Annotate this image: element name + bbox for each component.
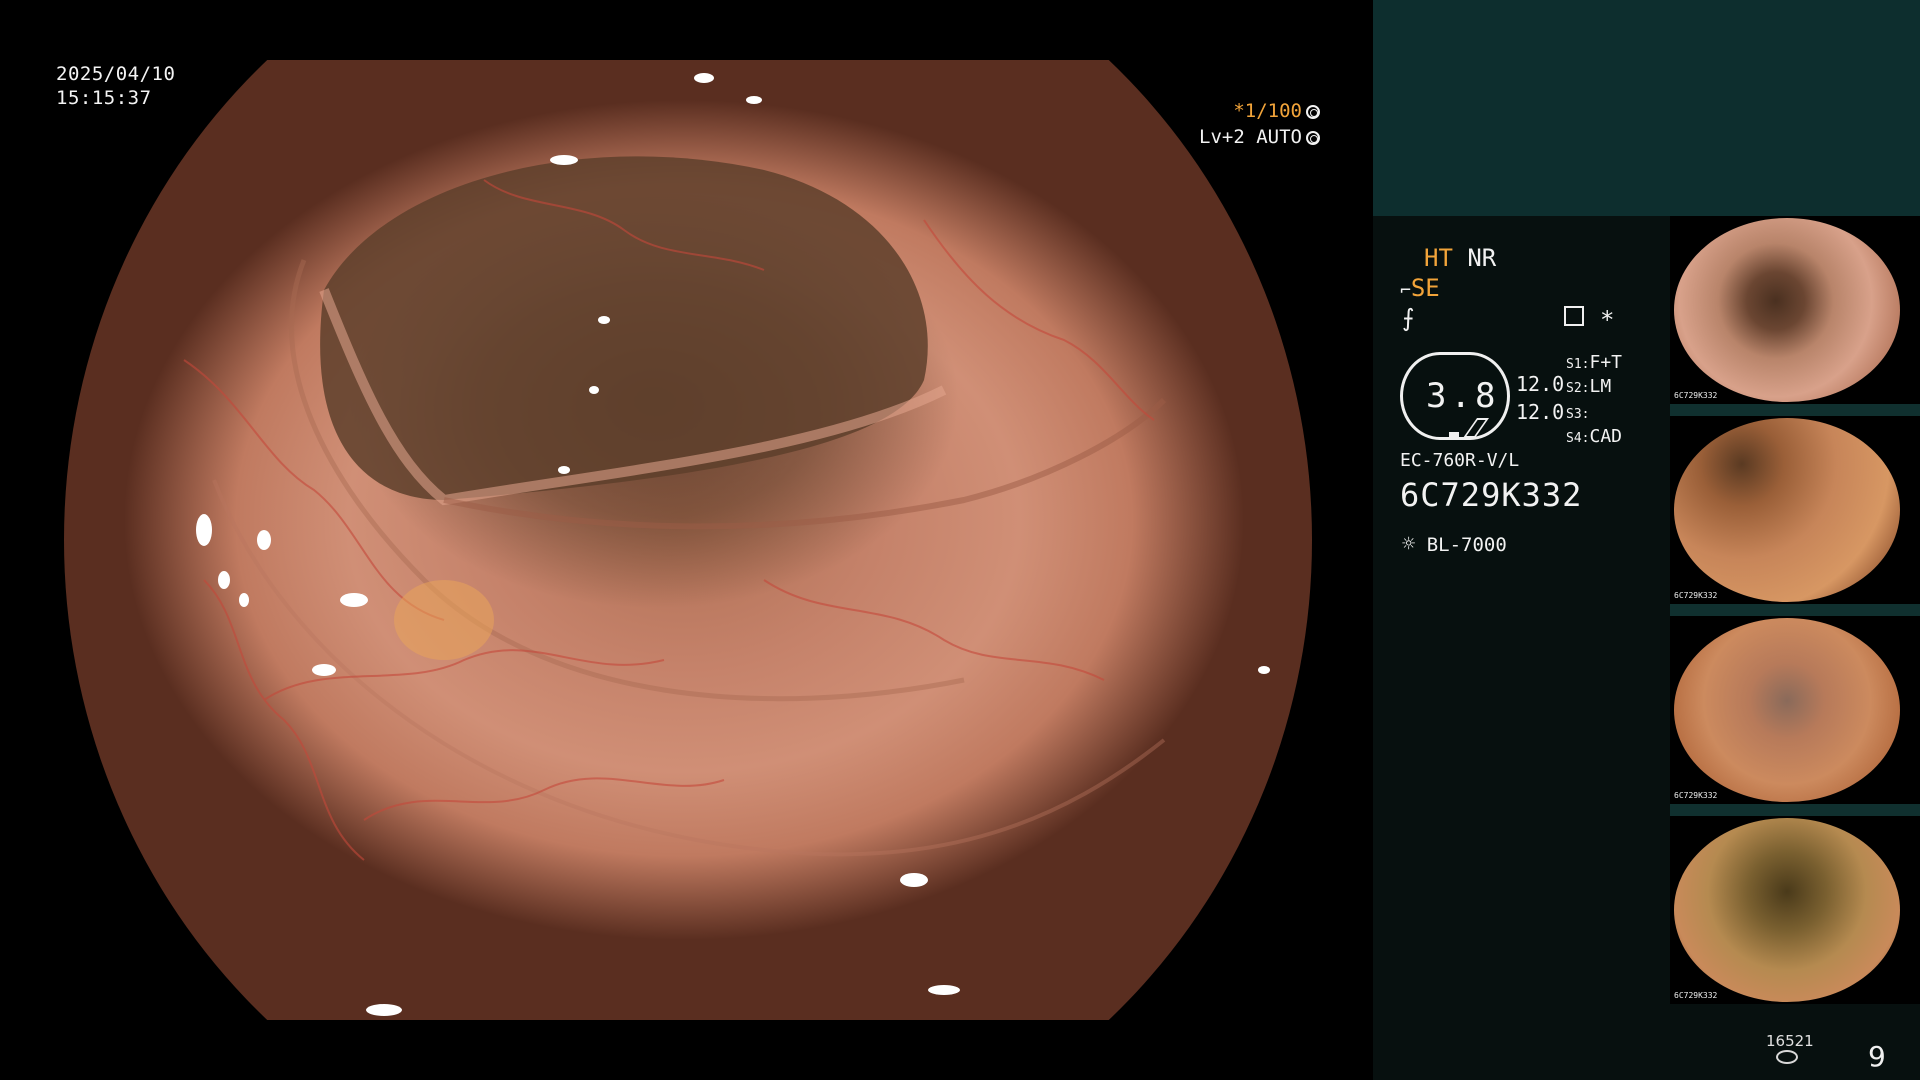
- thumbnail-image: [1674, 618, 1900, 802]
- s1-value: F+T: [1589, 352, 1622, 373]
- s3-setting: S3:: [1566, 402, 1589, 423]
- s4-value: CAD: [1589, 426, 1622, 447]
- thumbnail-image: [1674, 418, 1900, 602]
- scope-gauge-value: 3.8: [1426, 376, 1500, 416]
- color-mode-icon: ⨍: [1402, 304, 1415, 332]
- light-source-text: BL-7000: [1426, 534, 1507, 556]
- light-source: ☼ BL-7000: [1402, 532, 1507, 557]
- iris-level-text: Lv+2 AUTO: [1199, 126, 1302, 148]
- info-panel-header: [1373, 0, 1920, 216]
- scope-model: EC-760R-V/L: [1400, 450, 1520, 471]
- thumbnail-serial: 6C729K332: [1674, 391, 1718, 400]
- s2-setting: S2:LM: [1566, 376, 1611, 397]
- lamp-icon: ☼: [1402, 532, 1416, 557]
- thumbnail-image: [1674, 818, 1900, 1002]
- thumbnail-serial: 6C729K332: [1674, 591, 1718, 600]
- capture-thumbnail[interactable]: 6C729K332: [1670, 616, 1920, 804]
- thumbnail-divider: [1670, 404, 1920, 416]
- image-count: 16521: [1766, 1032, 1814, 1050]
- endoscope-display: 2025/04/10 15:15:37 *1/100 Lv+2 AUTO: [0, 0, 1372, 1080]
- capture-thumbnail[interactable]: 6C729K332: [1670, 216, 1920, 404]
- s4-setting: S4:CAD: [1566, 426, 1622, 447]
- settings-list-icon: [1564, 306, 1584, 326]
- thumbnail-divider: [1670, 604, 1920, 616]
- s2-label: S2:: [1566, 381, 1590, 396]
- structure-enhance-icon: ⌐: [1400, 280, 1411, 301]
- scope-serial: 6C729K332: [1400, 476, 1583, 514]
- capture-thumbnail[interactable]: 6C729K332: [1670, 416, 1920, 604]
- mucosa-image: [64, 60, 1312, 1020]
- thumbnail-image: [1674, 218, 1900, 402]
- time-text: 15:15:37: [56, 87, 152, 109]
- shutter-speed-text: *1/100: [1233, 100, 1302, 122]
- ht-label: HT: [1424, 244, 1453, 272]
- s1-setting: S1:F+T: [1566, 352, 1622, 373]
- thumbnail-serial: 6C729K332: [1674, 991, 1718, 1000]
- exposure-readout: *1/100 Lv+2 AUTO: [1199, 98, 1320, 150]
- thumbnail-serial: 6C729K332: [1674, 791, 1718, 800]
- scope-gauge-tick: [1449, 432, 1459, 440]
- se-status: ⌐SE: [1400, 274, 1440, 302]
- capture-thumbnail[interactable]: 6C729K332: [1670, 816, 1920, 1004]
- readout-2: 12.0: [1516, 400, 1565, 424]
- mucosa-illustration: [183, 73, 1270, 1016]
- ht-nr-status: HT NR: [1424, 244, 1496, 272]
- endoscopic-view: [64, 60, 1312, 1020]
- datetime-readout: 2025/04/10 15:15:37: [56, 62, 175, 110]
- shutter-icon: [1306, 105, 1320, 119]
- date-text: 2025/04/10: [56, 63, 176, 85]
- s1-label: S1:: [1566, 357, 1590, 372]
- readout-1: 12.0: [1516, 372, 1565, 396]
- s3-label: S3:: [1566, 407, 1590, 422]
- iris-icon: [1306, 131, 1320, 145]
- se-label: SE: [1410, 274, 1440, 302]
- star-mark: *: [1600, 306, 1615, 334]
- s4-label: S4:: [1566, 431, 1590, 446]
- storage-disk-icon: [1776, 1050, 1798, 1064]
- thumbnail-divider: [1670, 804, 1920, 816]
- nr-label: NR: [1467, 244, 1497, 272]
- s2-value: LM: [1589, 376, 1612, 397]
- page-number: 9: [1868, 1040, 1886, 1073]
